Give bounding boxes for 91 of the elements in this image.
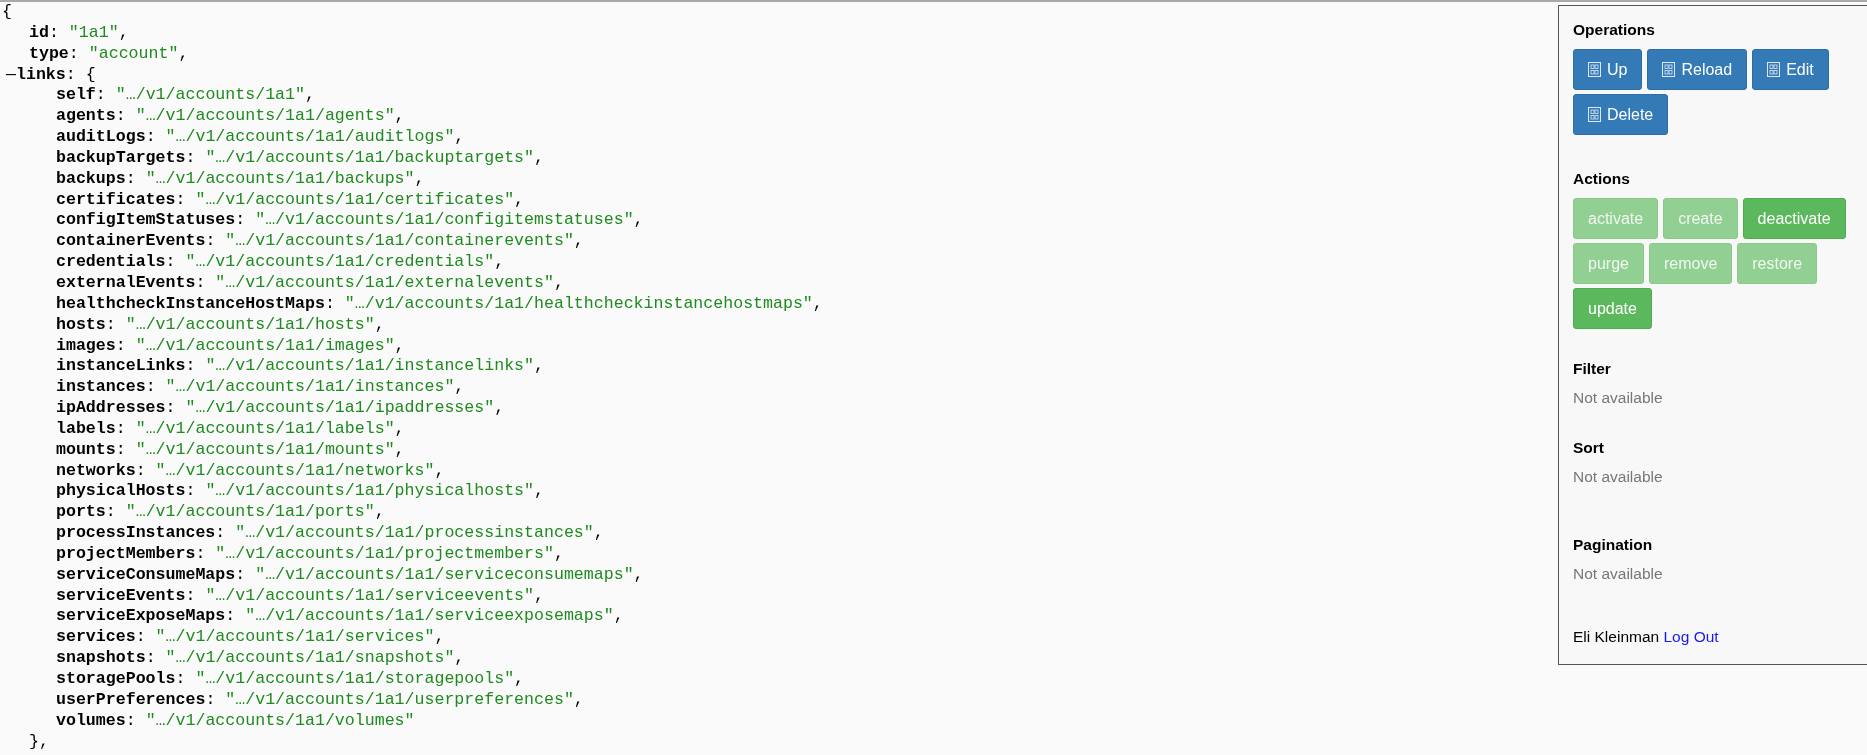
operation-button[interactable]: Reload: [1647, 49, 1748, 90]
json-value: "…/v1/accounts/1a1/containerevents",: [225, 231, 584, 251]
json-value: "…/v1/accounts/1a1/instancelinks",: [205, 356, 544, 376]
json-value: "…/v1/accounts/1a1",: [115, 85, 315, 105]
json-key: snapshots:: [56, 648, 156, 668]
operation-button[interactable]: Edit: [1752, 49, 1829, 90]
json-key: userPreferences:: [56, 689, 216, 709]
logout-link[interactable]: Log Out: [1663, 628, 1719, 645]
json-value: "…/v1/accounts/1a1/userpreferences",: [225, 689, 584, 709]
json-value: "…/v1/accounts/1a1/serviceevents",: [205, 585, 544, 605]
json-value: "…/v1/accounts/1a1/backuptargets",: [205, 147, 544, 167]
json-value: "…/v1/accounts/1a1/ports",: [125, 502, 385, 522]
json-value: "…/v1/accounts/1a1/processinstances",: [235, 523, 604, 543]
user-name: Eli Kleinman: [1573, 628, 1660, 645]
json-key: credentials:: [56, 252, 176, 272]
unavailable-note: Not available: [1573, 467, 1664, 487]
json-brace: },: [29, 731, 49, 751]
json-key: links:: [15, 64, 76, 84]
json-key: networks:: [56, 460, 146, 480]
section-heading: Pagination: [1573, 535, 1654, 555]
json-value: "…/v1/accounts/1a1/serviceconsumemaps",: [255, 564, 644, 584]
section-heading: Operations: [1573, 20, 1656, 40]
json-key: volumes:: [56, 710, 136, 730]
json-value: "…/v1/accounts/1a1/services",: [155, 627, 445, 647]
json-key: containerEvents:: [56, 231, 216, 251]
json-value: "…/v1/accounts/1a1/networks",: [155, 460, 445, 480]
json-key: hosts:: [56, 314, 116, 334]
json-value: "…/v1/accounts/1a1/certificates",: [195, 189, 525, 209]
json-value: "…/v1/accounts/1a1/externalevents",: [215, 272, 564, 292]
json-value: "…/v1/accounts/1a1/physicalhosts",: [205, 481, 544, 501]
json-value: "…/v1/accounts/1a1/storagepools",: [195, 669, 525, 688]
json-value: "…/v1/accounts/1a1/hosts",: [125, 314, 385, 334]
json-value: "…/v1/accounts/1a1/snapshots",: [165, 648, 465, 668]
json-key: backupTargets:: [56, 147, 196, 167]
json-brace: {: [2, 2, 12, 21]
json-value: "…/v1/accounts/1a1/instances",: [165, 377, 465, 397]
json-value: "…/v1/accounts/1a1/projectmembers",: [215, 543, 564, 563]
collapse-toggle[interactable]: —: [6, 64, 16, 84]
json-value: "…/v1/accounts/1a1/auditlogs",: [165, 127, 465, 147]
json-key: processInstances:: [56, 523, 226, 543]
json-key: self:: [56, 85, 106, 105]
json-value: "…/v1/accounts/1a1/healthcheckinstancehostmaps",: [344, 293, 823, 313]
json-key: configItemStatuses:: [56, 210, 246, 230]
json-key: externalEvents:: [56, 272, 206, 292]
json-key: backups:: [56, 168, 136, 188]
section-heading: Actions: [1573, 169, 1631, 189]
section-heading: Filter: [1573, 359, 1612, 379]
json-key: instances:: [56, 377, 156, 397]
json-value: "…/v1/accounts/1a1/serviceexposemaps",: [245, 606, 624, 626]
json-value: "…/v1/accounts/1a1/volumes": [145, 710, 415, 730]
json-key: physicalHosts:: [56, 481, 196, 501]
json-key: projectMembers:: [56, 543, 206, 563]
section-heading: Sort: [1573, 438, 1605, 458]
action-button[interactable]: deactivate: [1742, 198, 1846, 239]
json-value: "…/v1/accounts/1a1/agents",: [135, 106, 405, 126]
missing-glyph-icon: [1662, 62, 1676, 77]
json-value: "1a1",: [68, 22, 129, 42]
missing-glyph-icon: [1588, 107, 1601, 122]
json-value: "…/v1/accounts/1a1/configitemstatuses",: [255, 210, 644, 230]
json-key: healthcheckInstanceHostMaps:: [56, 293, 335, 313]
missing-glyph-icon: [1588, 62, 1601, 77]
unavailable-note: Not available: [1573, 388, 1664, 408]
json-key: services:: [56, 627, 146, 647]
json-key: agents:: [56, 106, 126, 126]
json-key: mounts:: [56, 439, 126, 459]
json-key: images:: [56, 335, 126, 355]
operation-button[interactable]: Up: [1573, 49, 1643, 90]
json-value: "…/v1/accounts/1a1/labels",: [135, 418, 405, 438]
json-key: ports:: [56, 502, 116, 522]
json-key: ipAddresses:: [56, 398, 176, 418]
json-brace: {: [85, 64, 96, 84]
operation-button[interactable]: Delete: [1573, 94, 1669, 135]
json-key: auditLogs:: [56, 127, 156, 147]
json-key: serviceExposeMaps:: [56, 606, 236, 626]
json-value: "account",: [88, 43, 189, 63]
json-key: serviceEvents:: [56, 585, 196, 605]
json-key: id:: [29, 22, 59, 42]
json-key: type:: [29, 43, 79, 63]
json-value: "…/v1/accounts/1a1/images",: [135, 335, 405, 355]
json-value: "…/v1/accounts/1a1/credentials",: [185, 252, 505, 272]
missing-glyph-icon: [1767, 62, 1781, 77]
unavailable-note: Not available: [1573, 564, 1664, 584]
json-value: "…/v1/accounts/1a1/ipaddresses",: [185, 398, 505, 418]
json-key: storagePools:: [56, 669, 186, 688]
json-key: instanceLinks:: [56, 356, 196, 376]
json-value: "…/v1/accounts/1a1/mounts",: [135, 439, 405, 459]
json-key: certificates:: [56, 189, 186, 209]
json-key: serviceConsumeMaps:: [56, 564, 246, 584]
json-key: labels:: [56, 418, 126, 438]
action-button[interactable]: update: [1573, 288, 1652, 329]
json-value: "…/v1/accounts/1a1/backups",: [145, 168, 425, 188]
